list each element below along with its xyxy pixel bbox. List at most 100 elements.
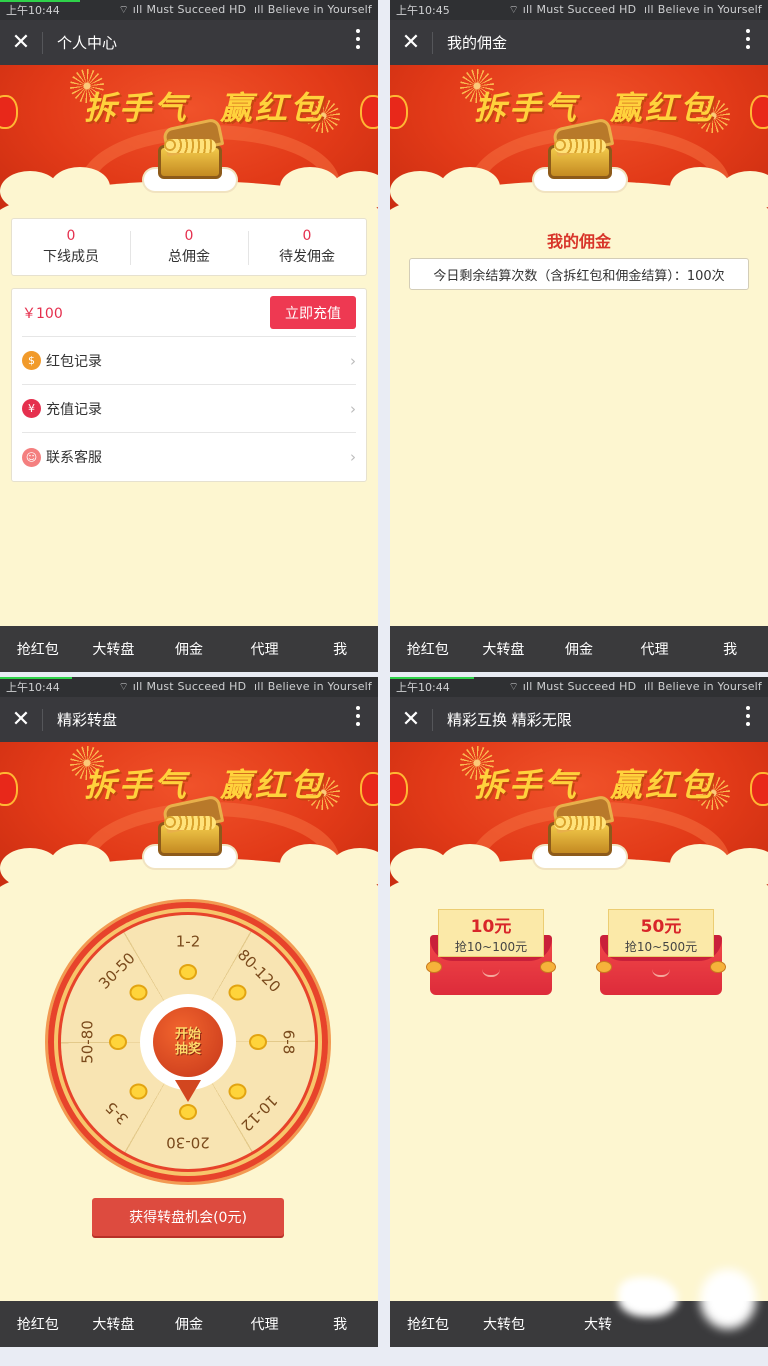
lantern-icon [360, 772, 378, 806]
gold-coin-icon [129, 1083, 148, 1100]
chevron-right-icon: › [350, 351, 356, 370]
start-draw-core: 开始 抽奖 [153, 1007, 223, 1077]
signal-icon: ıll [254, 680, 264, 693]
page-load-progress [0, 0, 80, 2]
balance-amount: ￥100 [22, 305, 63, 322]
more-menu-icon[interactable] [744, 29, 752, 49]
coin-icon [426, 961, 442, 973]
close-icon[interactable]: ✕ [0, 707, 42, 732]
tab-me[interactable]: 我 [302, 639, 378, 659]
prize-wheel[interactable]: 1-2 80-120 6-8 10-12 20-30 3-5 50-80 30-50 开始 抽奖 [45, 899, 331, 1185]
status-time: 上午10:45 [396, 4, 450, 17]
title-divider [42, 708, 43, 731]
menu-item-recharge-records[interactable]: ¥ 充值记录 › [22, 385, 356, 433]
status-signals: ⌔ ıll Must Succeed HD ıll Believe in Yours… [504, 680, 762, 694]
coin-icon [596, 961, 612, 973]
status-bar: 上午10:44 ⌔ ıll Must Succeed HD ıll Believe … [0, 677, 378, 697]
page-load-progress [390, 677, 474, 679]
start-draw-button[interactable]: 开始 抽奖 [140, 994, 236, 1102]
packet-amount: 10元 [470, 916, 512, 937]
red-packet-50[interactable]: 50元 抢10~500元 [596, 909, 726, 999]
coin-icon [540, 961, 556, 973]
tab-commission[interactable]: 佣金 [541, 639, 617, 659]
tab-big-wheel[interactable]: 大转盘 [466, 639, 542, 659]
wheel-segment-label: 1-2 [176, 933, 201, 951]
stat-total-commission[interactable]: 0 总佣金 [130, 219, 248, 275]
tab-big-wheel[interactable]: 大转盘 [76, 639, 152, 659]
gold-coin-icon [179, 1104, 197, 1120]
banner-slogan-right: 赢红包 [610, 766, 716, 804]
promo-banner: 拆手气 赢红包 [0, 65, 378, 213]
wheel-segment-label: 3-5 [102, 1098, 132, 1128]
close-icon[interactable]: ✕ [390, 30, 432, 55]
tab-grab-red-packet[interactable]: 抢红包 [0, 639, 76, 659]
start-label-line1: 开始 [174, 1027, 201, 1042]
money-bag-icon: $ [22, 351, 41, 370]
more-menu-icon[interactable] [354, 29, 362, 49]
menu-item-red-packet-records[interactable]: $ 红包记录 › [22, 337, 356, 385]
signal-icon: ıll [644, 680, 654, 693]
get-spin-chance-button[interactable]: 获得转盘机会(0元) [92, 1198, 284, 1236]
more-menu-icon[interactable] [744, 706, 752, 726]
promo-banner: 拆手气 赢红包 [390, 65, 768, 213]
lantern-icon [0, 772, 18, 806]
tab-big-wheel[interactable]: 大转盘 [76, 1314, 152, 1334]
title-bar: ✕ 精彩互换 精彩无限 [390, 697, 768, 742]
stat-value: 0 [184, 228, 194, 244]
carrier-1: Must Succeed HD [146, 3, 247, 16]
status-bar: 上午10:44 ⌔ ıll Must Succeed HD ıll Believe … [390, 677, 768, 697]
account-card: ￥100 立即充值 $ 红包记录 › ¥ 充值记录 › ☺ 联系客服 › [11, 288, 367, 482]
signal-icon: ıll [254, 3, 264, 16]
page-load-progress [0, 677, 72, 679]
status-bar: 上午10:45 ⌔ ıll Must Succeed HD ıll Believe … [390, 0, 768, 20]
gold-coin-icon [109, 1034, 127, 1050]
wheel-segment-label: 30-50 [95, 949, 139, 993]
stat-pending-commission[interactable]: 0 待发佣金 [248, 219, 366, 275]
red-packet-10[interactable]: 10元 抢10~100元 [426, 909, 556, 999]
tab-grab-red-packet[interactable]: 抢红包 [390, 639, 466, 659]
bottom-tab-bar: 抢红包 大转盘 佣金 代理 我 [390, 626, 768, 672]
close-icon[interactable]: ✕ [390, 707, 432, 732]
tab-commission[interactable]: 佣金 [151, 1314, 227, 1334]
more-menu-icon[interactable] [354, 706, 362, 726]
carrier-1: Must Succeed HD [536, 680, 637, 693]
chevron-right-icon: › [350, 448, 356, 466]
tab-agent[interactable]: 代理 [617, 639, 693, 659]
wheel-segment-label: 10-12 [237, 1091, 281, 1135]
tab-commission[interactable]: 佣金 [151, 639, 227, 659]
tab-big-wheel-truncated[interactable]: 大转 [542, 1314, 618, 1334]
gold-coin-icon [129, 984, 148, 1001]
chevron-right-icon: › [350, 399, 356, 418]
tab-big-wheel[interactable]: 大转包 [466, 1314, 542, 1334]
watermark-smudge [700, 1269, 756, 1329]
menu-item-customer-service[interactable]: ☺ 联系客服 › [22, 433, 356, 481]
lucky-wheel-screen: 上午10:44 ⌔ ıll Must Succeed HD ıll Believe … [0, 677, 378, 1347]
promo-banner: 拆手气 赢红包 [0, 742, 378, 890]
tab-agent[interactable]: 代理 [227, 639, 303, 659]
close-icon[interactable]: ✕ [0, 30, 42, 55]
tab-me[interactable]: 我 [692, 639, 768, 659]
lantern-icon [360, 95, 378, 129]
carrier-2: Believe in Yourself [267, 680, 372, 693]
tab-agent[interactable]: 代理 [227, 1314, 303, 1334]
tab-me[interactable]: 我 [302, 1314, 378, 1334]
packet-note: 10元 抢10~100元 [438, 909, 544, 957]
carrier-2: Believe in Yourself [657, 680, 762, 693]
yen-icon: ¥ [22, 399, 41, 418]
tab-grab-red-packet[interactable]: 抢红包 [390, 1314, 466, 1334]
status-signals: ⌔ ıll Must Succeed HD ıll Believe in Yours… [504, 3, 762, 17]
stat-downline-members[interactable]: 0 下线成员 [12, 219, 130, 275]
packet-amount: 50元 [640, 916, 682, 937]
my-commission-screen: 上午10:45 ⌔ ıll Must Succeed HD ıll Believe … [390, 0, 768, 672]
recharge-button[interactable]: 立即充值 [270, 296, 356, 329]
tab-grab-red-packet[interactable]: 抢红包 [0, 1314, 76, 1334]
coin-icon [710, 961, 726, 973]
status-bar: 上午10:44 ⌔ ıll Must Succeed HD ıll Believe … [0, 0, 378, 20]
menu-item-label: 联系客服 [46, 450, 102, 466]
gold-coin-icon [179, 964, 197, 980]
page-title: 精彩转盘 [57, 711, 118, 729]
wifi-icon: ⌔ ıll [118, 3, 143, 16]
wifi-icon: ⌔ ıll [508, 680, 533, 693]
carrier-2: Believe in Yourself [657, 3, 762, 16]
title-bar: ✕ 我的佣金 [390, 20, 768, 65]
